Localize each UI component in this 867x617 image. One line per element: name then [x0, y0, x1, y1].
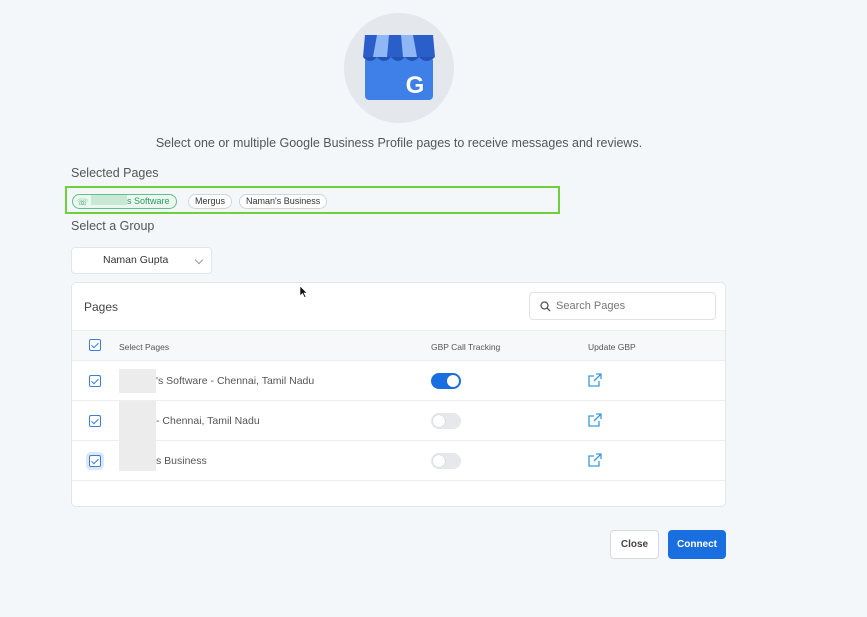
page-name: - Chennai, Tamil Nadu: [156, 415, 260, 427]
external-link-icon[interactable]: [588, 373, 602, 387]
external-link-icon[interactable]: [588, 413, 602, 427]
search-icon: [540, 301, 551, 312]
column-gbp-call-tracking: GBP Call Tracking: [431, 342, 501, 352]
svg-text:G: G: [406, 72, 425, 99]
selected-chip-software[interactable]: ☏ s Software: [72, 194, 177, 209]
table-row: s Business: [72, 441, 725, 481]
group-select[interactable]: Naman Gupta: [71, 247, 212, 274]
page-name: 's Software - Chennai, Tamil Nadu: [156, 375, 315, 387]
select-group-label: Select a Group: [71, 219, 155, 233]
toggle-knob: [447, 375, 459, 387]
selected-chip-mergus[interactable]: Mergus: [188, 194, 233, 209]
call-tracking-toggle[interactable]: [431, 453, 461, 469]
toggle-knob: [433, 455, 445, 467]
close-button[interactable]: Close: [610, 530, 659, 559]
table-row: - Chennai, Tamil Nadu: [72, 401, 725, 441]
redacted-text: [91, 195, 127, 205]
row-checkbox[interactable]: [89, 375, 101, 387]
pages-card: Pages Select Pages GBP Call Tracking Upd…: [71, 282, 726, 507]
page-subtitle: Select one or multiple Google Business P…: [155, 136, 643, 150]
row-checkbox[interactable]: [89, 455, 101, 467]
mouse-cursor-icon: [299, 285, 308, 298]
google-business-store-icon: G: [363, 35, 435, 100]
gbp-logo: G: [344, 13, 454, 123]
table-header: Select Pages GBP Call Tracking Update GB…: [72, 330, 725, 361]
chevron-down-icon: [194, 255, 204, 265]
search-pages-input[interactable]: [554, 297, 709, 315]
pages-card-title: Pages: [84, 300, 119, 314]
group-select-value: Naman Gupta: [103, 254, 169, 266]
selected-pages-chips: ☏ s Software Mergus Naman's Business: [65, 186, 560, 214]
call-tracking-toggle[interactable]: [431, 413, 461, 429]
phone-icon: ☏: [77, 197, 89, 207]
redacted-block: [119, 441, 156, 471]
table-row: 's Software - Chennai, Tamil Nadu: [72, 361, 725, 401]
redacted-block: [119, 401, 156, 441]
toggle-knob: [433, 415, 445, 427]
call-tracking-toggle[interactable]: [431, 373, 461, 389]
column-select-pages: Select Pages: [119, 342, 170, 352]
external-link-icon[interactable]: [588, 453, 602, 467]
row-checkbox[interactable]: [89, 415, 101, 427]
search-pages[interactable]: [529, 292, 716, 320]
column-update-gbp: Update GBP: [588, 342, 636, 352]
redacted-block: [119, 369, 156, 393]
selected-pages-label: Selected Pages: [71, 166, 159, 180]
page-name: s Business: [156, 455, 207, 467]
connect-button[interactable]: Connect: [668, 530, 726, 559]
selected-chip-namans-business[interactable]: Naman's Business: [239, 194, 328, 209]
select-all-checkbox[interactable]: [89, 339, 101, 351]
